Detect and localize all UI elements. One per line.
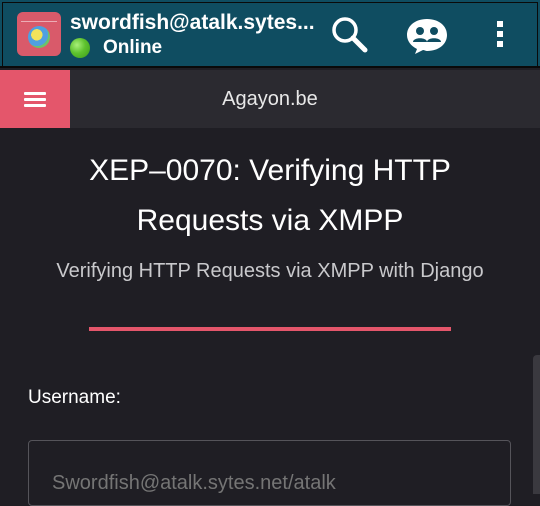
status-indicator[interactable]: Online	[70, 37, 162, 59]
hamburger-icon[interactable]	[0, 70, 70, 128]
contact-title[interactable]: swordfish@atalk.sytes...	[70, 11, 320, 35]
status-text: Online	[103, 37, 163, 58]
page-subtitle: Verifying HTTP Requests via XMPP with Dj…	[56, 260, 484, 282]
username-input[interactable]	[28, 440, 511, 506]
scroll-indicator[interactable]	[533, 355, 540, 494]
more-vert-icon[interactable]	[490, 14, 510, 54]
hamburger-line	[24, 98, 46, 101]
page-title: XEP–0070: Verifying HTTP Requests via XM…	[89, 154, 451, 237]
username-label: Username:	[28, 387, 121, 408]
contact-avatar[interactable]	[17, 12, 61, 56]
title-divider	[89, 327, 451, 331]
hamburger-line	[24, 92, 46, 95]
online-status-icon	[70, 38, 90, 58]
search-icon[interactable]	[329, 14, 369, 54]
hamburger-line	[24, 104, 46, 107]
site-title[interactable]: Agayon.be	[0, 70, 540, 128]
avatar-globe-icon	[28, 26, 50, 48]
site-navbar: Agayon.be	[0, 70, 540, 128]
app-bar: swordfish@atalk.sytes... Online	[0, 0, 540, 68]
contacts-icon[interactable]	[405, 16, 449, 56]
avatar-caption	[21, 15, 57, 22]
